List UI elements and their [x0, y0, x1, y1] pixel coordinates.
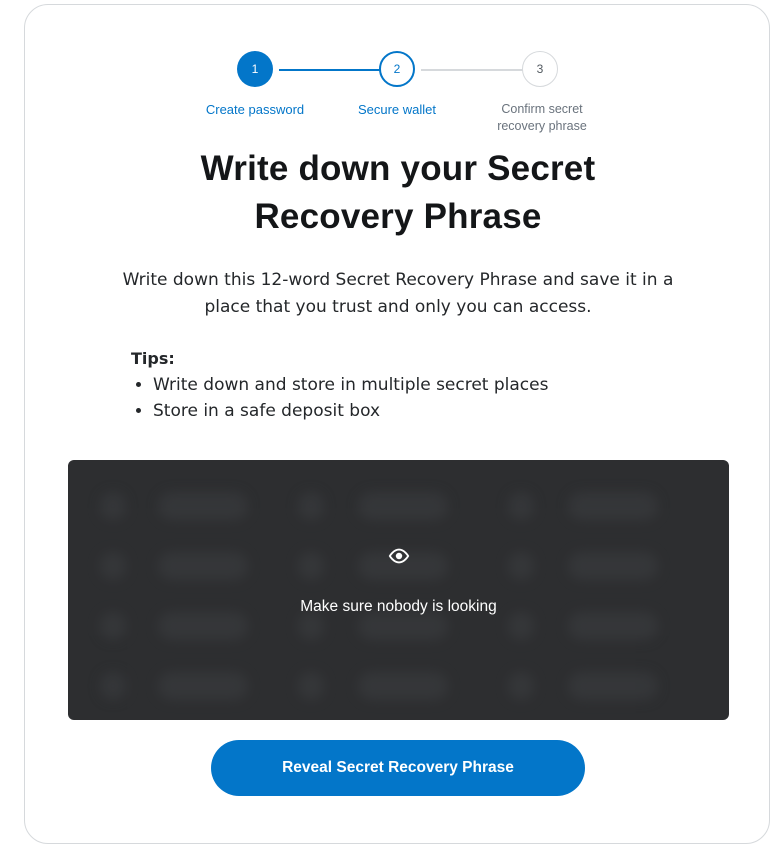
reveal-secret-phrase-button[interactable]: Reveal Secret Recovery Phrase: [211, 740, 585, 796]
page-title: Write down your Secret Recovery Phrase: [25, 145, 771, 241]
phrase-hidden-overlay: Make sure nobody is looking: [68, 460, 729, 720]
tips-list: Write down and store in multiple secret …: [131, 372, 691, 424]
step-3-label-line1: Confirm secret: [501, 102, 583, 116]
step-3-indicator: 3: [522, 51, 558, 87]
step-2-indicator: 2: [379, 51, 415, 87]
step-3-label: Confirm secret recovery phrase: [472, 101, 612, 135]
tip-item: Write down and store in multiple secret …: [153, 372, 691, 398]
secure-wallet-card: 1 2 3 Create password Secure wallet Conf…: [24, 4, 770, 844]
page-title-line1: Write down your Secret: [200, 149, 596, 188]
page-description: Write down this 12-word Secret Recovery …: [45, 267, 751, 321]
description-line2: place that you trust and only you can ac…: [204, 297, 592, 317]
progress-stepper: 1 2 3 Create password Secure wallet Conf…: [25, 5, 769, 145]
step-3-label-line2: recovery phrase: [497, 119, 587, 133]
tip-item: Store in a safe deposit box: [153, 398, 691, 424]
description-line1: Write down this 12-word Secret Recovery …: [122, 270, 674, 290]
stepper-line-complete: [279, 69, 381, 71]
tips-title: Tips:: [131, 349, 175, 368]
page-title-line2: Recovery Phrase: [254, 197, 542, 236]
phrase-hidden-message: Make sure nobody is looking: [300, 598, 497, 615]
step-1-label: Create password: [205, 102, 305, 117]
eye-icon: [388, 548, 409, 564]
tips-section: Tips: Write down and store in multiple s…: [131, 348, 691, 424]
step-2-label: Secure wallet: [357, 102, 437, 117]
secret-phrase-box: Make sure nobody is looking: [68, 460, 729, 720]
step-1-indicator: 1: [237, 51, 273, 87]
